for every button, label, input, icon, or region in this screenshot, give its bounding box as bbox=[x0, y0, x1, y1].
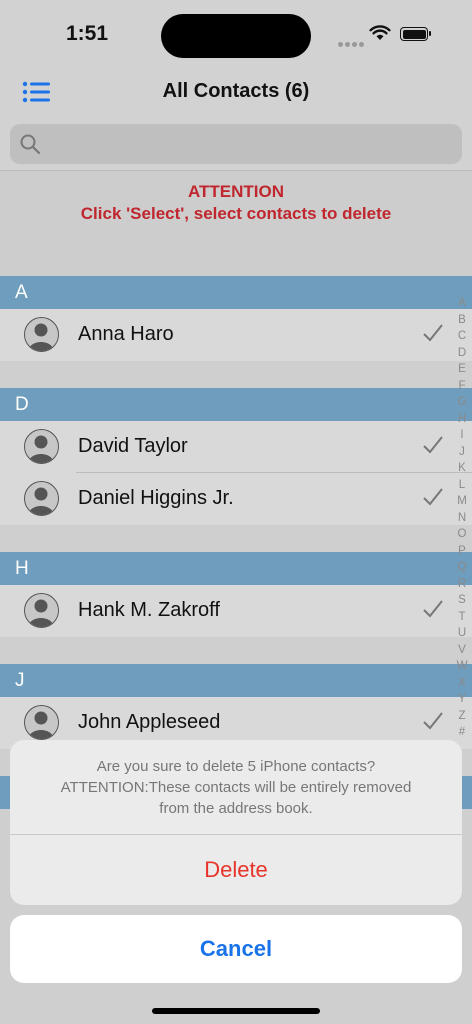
checkmark-icon bbox=[423, 324, 443, 342]
index-letter[interactable]: W bbox=[455, 658, 469, 675]
index-letter[interactable]: D bbox=[455, 345, 469, 362]
status-bar: 1:51 bbox=[0, 0, 472, 70]
delete-button[interactable]: Delete bbox=[10, 835, 462, 905]
attention-message: Click 'Select', select contacts to delet… bbox=[80, 204, 392, 223]
message-line: ATTENTION:These contacts will be entirel… bbox=[60, 779, 412, 796]
index-letter[interactable]: C bbox=[455, 328, 469, 345]
avatar bbox=[24, 593, 59, 628]
contact-name: Anna Haro bbox=[78, 323, 174, 345]
wifi-icon bbox=[369, 25, 391, 40]
status-time: 1:51 bbox=[66, 22, 109, 45]
search-input[interactable] bbox=[10, 124, 462, 164]
index-letter[interactable]: B bbox=[455, 312, 469, 329]
section-header-j: J bbox=[0, 664, 472, 697]
attention-banner: ATTENTION Click 'Select', select contact… bbox=[0, 171, 472, 276]
index-letter[interactable]: O bbox=[455, 526, 469, 543]
index-letter[interactable]: R bbox=[455, 576, 469, 593]
contact-row[interactable]: Anna Haro bbox=[0, 309, 472, 361]
search-icon bbox=[20, 134, 41, 155]
battery-icon bbox=[400, 27, 431, 41]
alphabet-index[interactable]: A B C D E F G H I J K L M N O P Q R S T U V W X Y Z # bbox=[455, 295, 469, 741]
index-letter[interactable]: L bbox=[455, 477, 469, 494]
index-letter[interactable]: V bbox=[455, 642, 469, 659]
index-letter[interactable]: Q bbox=[455, 559, 469, 576]
contact-row[interactable]: David Taylor bbox=[0, 421, 472, 473]
index-letter[interactable]: H bbox=[455, 411, 469, 428]
contact-name: Hank M. Zakroff bbox=[78, 599, 220, 621]
avatar bbox=[24, 705, 59, 740]
section-header-a: A bbox=[0, 276, 472, 309]
attention-title: ATTENTION bbox=[187, 182, 284, 201]
section-header-h: H bbox=[0, 552, 472, 585]
index-letter[interactable]: Z bbox=[455, 708, 469, 725]
page-title: All Contacts (6) bbox=[162, 80, 310, 102]
index-letter[interactable]: G bbox=[455, 394, 469, 411]
checkmark-icon bbox=[423, 712, 443, 730]
index-letter[interactable]: K bbox=[455, 460, 469, 477]
index-letter[interactable]: U bbox=[455, 625, 469, 642]
navigation-bar: All Contacts (6) bbox=[0, 70, 472, 119]
action-sheet: Are you sure to delete 5 iPhone contacts… bbox=[10, 740, 462, 905]
index-letter[interactable]: X bbox=[455, 675, 469, 692]
checkmark-icon bbox=[423, 488, 443, 506]
index-letter[interactable]: M bbox=[455, 493, 469, 510]
index-letter[interactable]: A bbox=[455, 295, 469, 312]
cellular-signal-icon bbox=[338, 34, 366, 52]
cancel-button[interactable]: Cancel bbox=[10, 915, 462, 983]
avatar bbox=[24, 481, 59, 516]
avatar bbox=[24, 429, 59, 464]
index-letter[interactable]: N bbox=[455, 510, 469, 527]
index-letter[interactable]: F bbox=[455, 378, 469, 395]
contact-row[interactable]: Daniel Higgins Jr. bbox=[0, 473, 472, 525]
checkmark-icon bbox=[423, 600, 443, 618]
contact-name: Daniel Higgins Jr. bbox=[78, 487, 234, 509]
message-line: from the address book. bbox=[159, 800, 313, 817]
avatar bbox=[24, 317, 59, 352]
search-bar bbox=[0, 118, 472, 171]
index-letter[interactable]: Y bbox=[455, 691, 469, 708]
section-header-d: D bbox=[0, 388, 472, 421]
index-letter[interactable]: J bbox=[455, 444, 469, 461]
index-letter[interactable]: # bbox=[455, 724, 469, 741]
dynamic-island bbox=[161, 14, 311, 58]
checkmark-icon bbox=[423, 436, 443, 454]
index-letter[interactable]: T bbox=[455, 609, 469, 626]
contact-row[interactable]: Hank M. Zakroff bbox=[0, 585, 472, 637]
contact-list: A Anna Haro D David Taylor Daniel Higgin… bbox=[0, 276, 472, 809]
index-letter[interactable]: S bbox=[455, 592, 469, 609]
contact-name: John Appleseed bbox=[78, 711, 221, 733]
message-line: Are you sure to delete 5 iPhone contacts… bbox=[96, 758, 376, 775]
index-letter[interactable]: P bbox=[455, 543, 469, 560]
index-letter[interactable]: I bbox=[455, 427, 469, 444]
action-sheet-message: Are you sure to delete 5 iPhone contacts… bbox=[10, 740, 462, 835]
home-indicator bbox=[152, 1008, 320, 1014]
contact-name: David Taylor bbox=[78, 435, 188, 457]
index-letter[interactable]: E bbox=[455, 361, 469, 378]
